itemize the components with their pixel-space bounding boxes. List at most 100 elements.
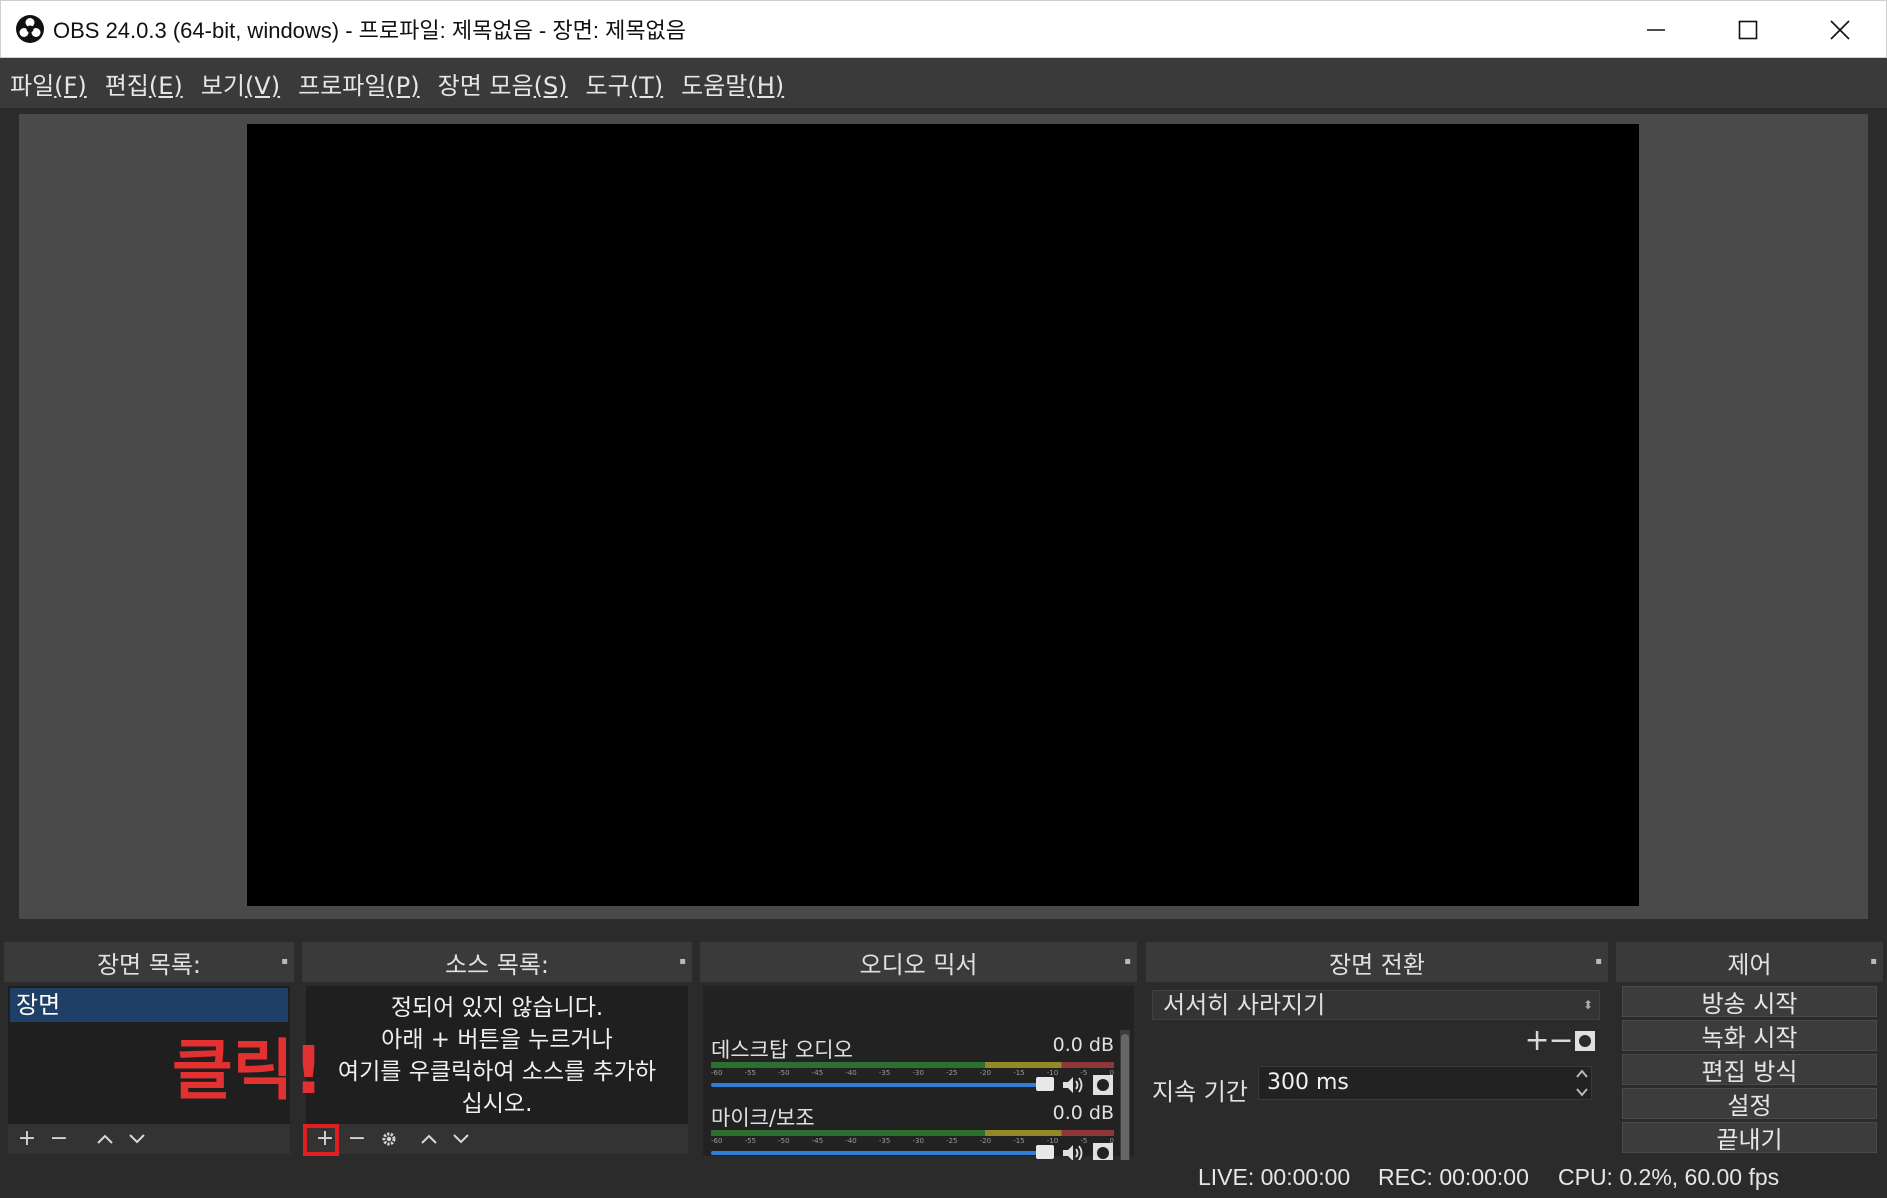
tick-label: -20: [979, 1069, 992, 1077]
tick-label: -15: [1013, 1069, 1025, 1077]
empty-line: 정되어 있지 않습니다.: [390, 995, 604, 1021]
menu-help[interactable]: 도움말(H): [681, 66, 784, 101]
studio-mode-button[interactable]: 편집 방식: [1622, 1054, 1877, 1086]
dock-title: 오디오 믹서: [859, 950, 978, 979]
mute-button[interactable]: [1060, 1072, 1086, 1098]
preview-canvas[interactable]: [247, 124, 1639, 906]
title-bar: OBS 24.0.3 (64-bit, windows) - 프로파일: 제목없…: [0, 0, 1887, 58]
menu-profile[interactable]: 프로파일(P): [298, 66, 420, 101]
menu-bar: 파일(F) 편집(E) 보기(V) 프로파일(P) 장면 모음(S) 도구(T)…: [0, 58, 1887, 108]
float-icon[interactable]: ▪: [1870, 956, 1877, 967]
move-scene-down-button[interactable]: [126, 1126, 148, 1152]
dock-title: 제어: [1727, 950, 1772, 979]
menu-accel: (V): [244, 71, 281, 100]
dock-title: 장면 목록:: [96, 950, 202, 979]
move-source-up-button[interactable]: [418, 1126, 440, 1152]
menu-view[interactable]: 보기(V): [201, 66, 280, 101]
tick-label: -60: [711, 1069, 723, 1077]
empty-line: 십시오.: [461, 1091, 533, 1117]
sources-dock-header: 소스 목록: ▪: [302, 942, 692, 982]
add-scene-button[interactable]: +: [16, 1126, 38, 1152]
minimize-button[interactable]: [1610, 1, 1702, 59]
maximize-button[interactable]: [1702, 1, 1794, 59]
menu-label: 도움말: [681, 71, 748, 100]
transition-properties-button[interactable]: [1574, 1028, 1596, 1054]
tick-label: -25: [946, 1137, 958, 1145]
tick-label: -50: [778, 1069, 790, 1077]
start-recording-button[interactable]: 녹화 시작: [1622, 1020, 1877, 1052]
tick-label: -45: [811, 1137, 824, 1145]
float-icon[interactable]: ▪: [1595, 956, 1602, 967]
tick-label: -30: [912, 1137, 924, 1145]
source-list[interactable]: 정되어 있지 않습니다. 아래 + 버튼을 누르거나 여기를 우클릭하여 소스를…: [306, 986, 688, 1126]
click-annotation: 클릭!: [172, 1032, 324, 1109]
transition-select[interactable]: 서서히 사라지기 ⬍: [1152, 990, 1600, 1020]
live-timer: LIVE: 00:00:00: [1198, 1164, 1351, 1190]
menu-label: 장면 모음: [437, 71, 534, 100]
menu-accel: (S): [533, 71, 568, 100]
channel-name: 데스크탑 오디오: [711, 1038, 853, 1062]
mixer-body: 데스크탑 오디오 0.0 dB -60 -55 -50 -45 -40 -35 -30 -25…: [703, 986, 1134, 1196]
tick-label: -15: [1013, 1137, 1025, 1145]
exit-button[interactable]: 끝내기: [1622, 1122, 1877, 1154]
menu-label: 도구: [585, 71, 630, 100]
volume-meter: [711, 1130, 1114, 1136]
audio-mixer-dock: 오디오 믹서 ▪ 데스크탑 오디오 0.0 dB -60 -55 -50 -45 -40…: [700, 942, 1137, 1196]
menu-scene-collection[interactable]: 장면 모음(S): [438, 66, 568, 101]
volume-slider[interactable]: [711, 1151, 1042, 1155]
speaker-icon: [1063, 1077, 1083, 1093]
preview-area[interactable]: [19, 114, 1868, 919]
remove-scene-button[interactable]: −: [48, 1126, 70, 1152]
close-button[interactable]: [1794, 1, 1886, 59]
menu-edit[interactable]: 편집(E): [105, 66, 183, 101]
move-scene-up-button[interactable]: [94, 1126, 116, 1152]
mixer-channel-desktop: 데스크탑 오디오 0.0 dB -60 -55 -50 -45 -40 -35 -30 -25…: [711, 1034, 1114, 1100]
menu-file[interactable]: 파일(F): [10, 66, 87, 101]
float-icon[interactable]: ▪: [281, 956, 288, 967]
annotation-highlight-box: [303, 1124, 339, 1156]
tick-label: -55: [744, 1137, 757, 1145]
add-transition-button[interactable]: +: [1524, 1026, 1549, 1056]
tick-label: -35: [878, 1137, 891, 1145]
mixer-dock-header: 오디오 믹서 ▪: [700, 942, 1137, 982]
duration-spinner[interactable]: [1573, 1067, 1591, 1099]
transition-selected-value: 서서히 사라지기: [1163, 991, 1326, 1019]
settings-button[interactable]: 설정: [1622, 1088, 1877, 1120]
tick-label: -25: [946, 1069, 958, 1077]
transition-buttons: + −: [1524, 1026, 1596, 1056]
channel-name: 마이크/보조: [711, 1106, 815, 1130]
tick-label: -45: [811, 1069, 824, 1077]
menu-tools[interactable]: 도구(T): [586, 66, 664, 101]
menu-accel: (F): [54, 71, 87, 100]
audio-settings-button[interactable]: [1090, 1072, 1116, 1098]
remove-transition-button[interactable]: −: [1548, 1026, 1573, 1056]
gear-icon: [1575, 1031, 1595, 1051]
controls-dock: 제어 ▪ 방송 시작 녹화 시작 편집 방식 설정 끝내기: [1616, 942, 1883, 1156]
volume-slider-handle[interactable]: [1036, 1077, 1054, 1091]
chevron-up-icon: [1576, 1069, 1588, 1078]
status-bar: LIVE: 00:00:00 REC: 00:00:00 CPU: 0.2%, …: [0, 1160, 1887, 1198]
duration-input[interactable]: 300 ms: [1258, 1066, 1592, 1100]
tick-label: -40: [845, 1137, 857, 1145]
dock-title: 장면 전환: [1329, 950, 1425, 979]
scene-item[interactable]: 장면: [10, 988, 288, 1022]
move-source-down-button[interactable]: [450, 1126, 472, 1152]
source-properties-button[interactable]: [378, 1126, 400, 1152]
start-streaming-button[interactable]: 방송 시작: [1622, 986, 1877, 1018]
scenes-toolbar: + −: [8, 1124, 290, 1154]
maximize-icon: [1738, 20, 1758, 40]
duration-label: 지속 기간: [1152, 1078, 1248, 1106]
chevron-down-icon: [1576, 1088, 1588, 1097]
remove-source-button[interactable]: −: [346, 1126, 368, 1152]
volume-slider[interactable]: [711, 1083, 1042, 1087]
tick-label: -20: [979, 1137, 992, 1145]
menu-accel: (P): [386, 71, 420, 100]
sources-toolbar: + −: [306, 1124, 688, 1154]
float-icon[interactable]: ▪: [679, 956, 686, 967]
sources-dock: 소스 목록: ▪ 정되어 있지 않습니다. 아래 + 버튼을 누르거나 여기를 …: [302, 942, 692, 1156]
menu-label: 편집: [104, 71, 149, 100]
empty-line: 아래 + 버튼을 누르거나: [381, 1027, 613, 1053]
float-icon[interactable]: ▪: [1124, 956, 1131, 967]
volume-slider-handle[interactable]: [1036, 1145, 1054, 1159]
transitions-dock: 장면 전환 ▪ 서서히 사라지기 ⬍ + − 지속 기간 300 ms: [1146, 942, 1608, 1156]
